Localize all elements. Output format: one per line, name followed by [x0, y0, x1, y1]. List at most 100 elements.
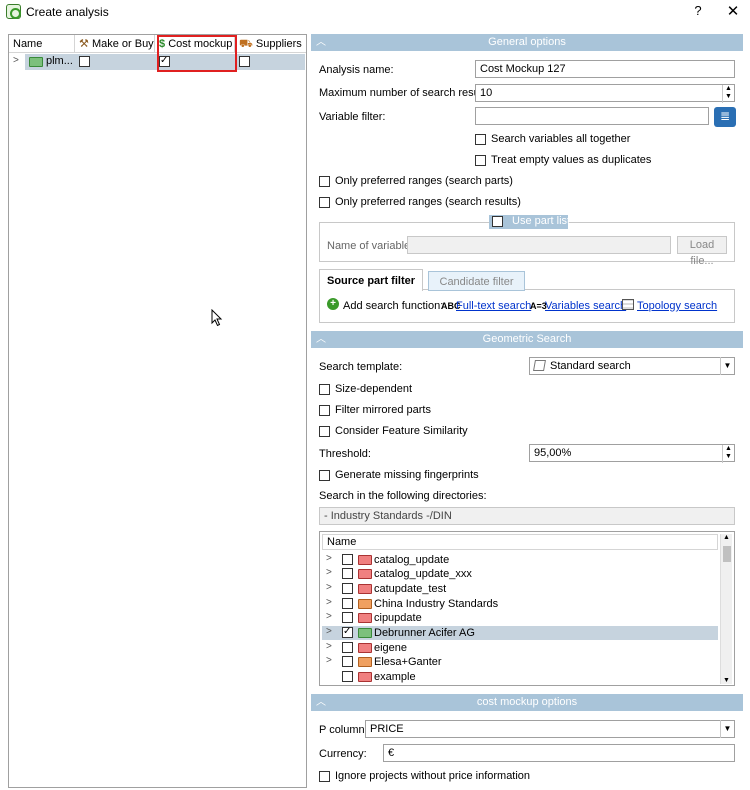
- list-item[interactable]: > cipupdate: [322, 611, 718, 625]
- generate-fingerprints-checkbox[interactable]: [319, 470, 330, 481]
- treat-empty-label: Treat empty values as duplicates: [491, 154, 652, 166]
- scrollbar-thumb[interactable]: [723, 546, 731, 562]
- directory-checkbox[interactable]: [342, 656, 353, 667]
- hammer-icon: ⚒: [79, 38, 89, 50]
- add-search-function-label: Add search function:: [343, 300, 444, 312]
- consider-feature-checkbox[interactable]: [319, 426, 330, 437]
- tab-candidate-filter[interactable]: Candidate filter: [428, 271, 525, 291]
- search-vars-together-checkbox[interactable]: [475, 134, 486, 145]
- folder-icon: [358, 555, 372, 565]
- consider-feature-label: Consider Feature Similarity: [335, 425, 468, 437]
- directory-checkbox[interactable]: [342, 598, 353, 609]
- directory-checkbox[interactable]: [342, 612, 353, 623]
- options-panel: ︿ General options Analysis name: Cost Mo…: [311, 34, 743, 788]
- cost-mockup-options-header[interactable]: ︿ cost mockup options: [311, 694, 743, 711]
- max-results-label: Maximum number of search result:: [319, 87, 489, 99]
- chevron-up-icon: ︿: [316, 37, 326, 48]
- topology-search-link[interactable]: Topology search: [637, 300, 717, 312]
- only-pref-parts-label: Only preferred ranges (search parts): [335, 175, 513, 187]
- generate-fingerprints-label: Generate missing fingerprints: [335, 469, 479, 481]
- tab-source-part-filter[interactable]: Source part filter: [319, 269, 423, 291]
- search-template-select[interactable]: Standard search ▼: [529, 357, 735, 375]
- tree-row-name: plm...: [46, 55, 73, 67]
- expand-icon[interactable]: >: [326, 597, 332, 608]
- column-make-or-buy[interactable]: ⚒ Make or Buy: [75, 35, 155, 53]
- filter-mirrored-checkbox[interactable]: [319, 405, 330, 416]
- variables-search-link[interactable]: Variables search: [545, 300, 626, 312]
- expand-icon[interactable]: >: [326, 567, 332, 578]
- list-item[interactable]: > Elesa+Ganter: [322, 655, 718, 669]
- max-results-input[interactable]: 10 ▲ ▼: [475, 84, 735, 103]
- expand-icon[interactable]: >: [326, 611, 332, 622]
- directory-checkbox[interactable]: [342, 671, 353, 682]
- search-template-label: Search template:: [319, 361, 403, 373]
- chevron-up-icon: ︿: [316, 697, 326, 708]
- chevron-up-icon[interactable]: ▲: [723, 534, 730, 541]
- list-item[interactable]: > eigene: [322, 641, 718, 655]
- folder-icon: [358, 643, 372, 653]
- ignore-projects-label: Ignore projects without price informatio…: [335, 770, 531, 782]
- folder-icon: [358, 657, 372, 667]
- suppliers-checkbox[interactable]: [239, 56, 250, 67]
- ignore-projects-checkbox[interactable]: [319, 771, 330, 782]
- folder-icon: [358, 613, 372, 623]
- expand-icon[interactable]: >: [326, 655, 332, 666]
- load-file-button: Load file...: [677, 236, 727, 267]
- expand-icon[interactable]: >: [326, 553, 332, 564]
- spinner-arrows-icon[interactable]: ▲ ▼: [722, 85, 734, 103]
- use-part-list-toggle[interactable]: Use part list: [489, 215, 570, 229]
- treat-empty-checkbox[interactable]: [475, 155, 486, 166]
- only-pref-results-checkbox[interactable]: [319, 197, 330, 208]
- list-item[interactable]: > China Industry Standards: [322, 597, 718, 611]
- truck-icon: ⛟: [239, 38, 253, 50]
- p-column-select[interactable]: PRICE ▼: [365, 720, 735, 738]
- variable-filter-input[interactable]: [475, 107, 709, 125]
- project-tree: Name ⚒ Make or Buy $ Cost mockup ⛟ Suppl…: [8, 34, 307, 788]
- column-name[interactable]: Name: [9, 35, 75, 53]
- list-item[interactable]: > Debrunner Acifer AG: [322, 625, 718, 640]
- threshold-input[interactable]: 95,00% ▲ ▼: [529, 444, 735, 463]
- directory-scrollbar[interactable]: ▲ ▼: [720, 534, 732, 684]
- window-title: Create analysis: [26, 5, 109, 19]
- chevron-down-icon[interactable]: ▼: [723, 677, 730, 684]
- directory-checkbox[interactable]: [342, 642, 353, 653]
- use-part-list-checkbox[interactable]: [492, 216, 503, 227]
- directory-checkbox[interactable]: [342, 568, 353, 579]
- database-icon[interactable]: [714, 107, 736, 127]
- size-dependent-checkbox[interactable]: [319, 384, 330, 395]
- directory-checkbox[interactable]: [342, 554, 353, 565]
- currency-input[interactable]: €: [383, 744, 735, 762]
- list-item[interactable]: > catupdate_test: [322, 582, 718, 596]
- list-item[interactable]: example: [322, 670, 718, 684]
- only-pref-results-label: Only preferred ranges (search results): [335, 196, 521, 208]
- folder-icon: [358, 599, 372, 609]
- expand-icon[interactable]: >: [13, 55, 19, 66]
- filter-mirrored-label: Filter mirrored parts: [335, 404, 431, 416]
- analysis-name-input[interactable]: Cost Mockup 127: [475, 60, 735, 78]
- expand-icon[interactable]: >: [326, 641, 332, 652]
- expand-icon[interactable]: >: [326, 582, 332, 593]
- cube-icon: [533, 360, 546, 371]
- list-item[interactable]: > catalog_update_xxx: [322, 567, 718, 581]
- geometric-search-header[interactable]: ︿ Geometric Search: [311, 331, 743, 348]
- help-button[interactable]: ?: [690, 3, 706, 21]
- directory-checkbox[interactable]: [342, 583, 353, 594]
- general-options-header[interactable]: ︿ General options: [311, 34, 743, 51]
- expand-icon[interactable]: >: [326, 626, 332, 637]
- make-or-buy-checkbox[interactable]: [79, 56, 90, 67]
- only-pref-parts-checkbox[interactable]: [319, 176, 330, 187]
- fulltext-search-link[interactable]: Full-text search: [456, 300, 531, 312]
- close-button[interactable]: ✕: [724, 2, 742, 20]
- directory-name: example: [374, 671, 416, 683]
- directory-column-header[interactable]: Name: [322, 534, 718, 550]
- list-item[interactable]: > catalog_update: [322, 553, 718, 567]
- directory-name: China Industry Standards: [374, 598, 499, 610]
- directory-checkbox[interactable]: [342, 625, 353, 639]
- currency-label: Currency:: [319, 748, 367, 760]
- add-icon: +: [327, 298, 339, 310]
- folder-icon: [358, 569, 372, 579]
- column-suppliers[interactable]: ⛟ Suppliers: [235, 35, 306, 53]
- spinner-arrows-icon[interactable]: ▲ ▼: [722, 445, 734, 463]
- chevron-down-icon[interactable]: ▼: [720, 720, 734, 738]
- chevron-down-icon[interactable]: ▼: [720, 357, 734, 375]
